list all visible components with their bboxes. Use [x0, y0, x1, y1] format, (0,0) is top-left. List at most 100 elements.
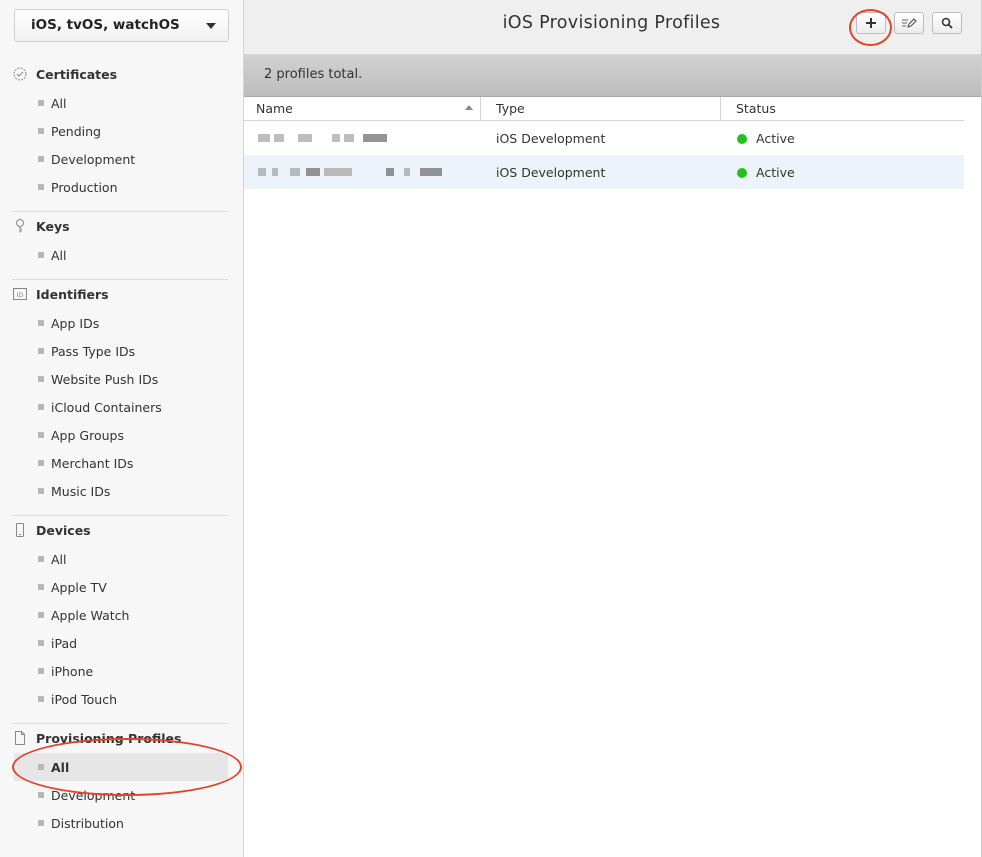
sidebar-item-music-ids[interactable]: Music IDs	[14, 477, 228, 505]
sidebar-item-app-groups[interactable]: App Groups	[14, 421, 228, 449]
bullet	[38, 792, 44, 798]
sidebar-item-apple-watch[interactable]: Apple Watch	[14, 601, 228, 629]
column-header-status[interactable]: Status	[720, 97, 964, 120]
sidebar-item-label: Pass Type IDs	[51, 344, 136, 359]
column-label: Status	[736, 101, 776, 116]
bullet	[38, 488, 44, 494]
status-cell: Active	[756, 165, 795, 180]
divider	[12, 515, 228, 516]
section-devices: Devices	[12, 521, 228, 541]
device-icon	[16, 523, 24, 537]
section-title: Keys	[36, 219, 70, 234]
sidebar-item-label: Production	[51, 180, 118, 195]
chevron-down-icon	[206, 23, 216, 29]
sidebar-item-label: All	[51, 96, 67, 111]
profiles-count: 2 profiles total.	[264, 67, 363, 82]
header-bar: iOS Provisioning Profiles	[244, 0, 981, 55]
bullet	[38, 348, 44, 354]
bullet	[38, 432, 44, 438]
sidebar-item-ipad[interactable]: iPad	[14, 629, 228, 657]
sidebar-item-pass-type-ids[interactable]: Pass Type IDs	[14, 337, 228, 365]
summary-bar: 2 profiles total.	[244, 55, 981, 97]
sidebar-item-certificates-production[interactable]: Production	[14, 173, 228, 201]
sidebar-item-profiles-all[interactable]: All	[14, 753, 228, 781]
bullet	[38, 696, 44, 702]
sidebar-item-keys-all[interactable]: All	[14, 241, 228, 269]
sidebar-item-icloud-containers[interactable]: iCloud Containers	[14, 393, 228, 421]
type-cell: iOS Development	[496, 165, 606, 180]
bullet	[38, 612, 44, 618]
sidebar-item-app-ids[interactable]: App IDs	[14, 309, 228, 337]
bullet	[38, 376, 44, 382]
section-title: Certificates	[36, 67, 118, 82]
sidebar-item-certificates-pending[interactable]: Pending	[14, 117, 228, 145]
table-header: Name Type Status	[244, 97, 964, 121]
column-header-name[interactable]: Name	[244, 97, 480, 120]
sidebar-item-label: App Groups	[51, 428, 124, 443]
bullet	[38, 556, 44, 562]
sidebar-item-devices-all[interactable]: All	[14, 545, 228, 573]
status-cell: Active	[756, 131, 795, 146]
sidebar-item-label: All	[51, 760, 70, 775]
sidebar-item-label: Apple TV	[51, 580, 107, 595]
app-window: iOS, tvOS, watchOS Certificates All Pend…	[0, 0, 982, 857]
column-label: Name	[256, 101, 293, 116]
svg-text:ID: ID	[17, 291, 24, 299]
section-title: Devices	[36, 523, 91, 538]
bullet	[38, 320, 44, 326]
profiles-table: Name Type Status iOS Development Active …	[244, 97, 964, 189]
bullet	[38, 584, 44, 590]
search-button[interactable]	[932, 12, 962, 34]
sidebar-item-apple-tv[interactable]: Apple TV	[14, 573, 228, 601]
edit-icon	[902, 18, 917, 28]
bullet	[38, 820, 44, 826]
table-row[interactable]: iOS Development Active	[244, 155, 964, 189]
sidebar-item-certificates-all[interactable]: All	[14, 89, 228, 117]
bullet	[38, 128, 44, 134]
sidebar-item-iphone[interactable]: iPhone	[14, 657, 228, 685]
sidebar-item-ipod-touch[interactable]: iPod Touch	[14, 685, 228, 713]
sidebar-item-label: App IDs	[51, 316, 100, 331]
edit-button[interactable]	[894, 12, 924, 34]
column-header-type[interactable]: Type	[480, 97, 720, 120]
bullet	[38, 460, 44, 466]
table-row[interactable]: iOS Development Active	[244, 121, 964, 155]
sidebar-item-certificates-development[interactable]: Development	[14, 145, 228, 173]
section-identifiers: ID Identifiers	[12, 285, 228, 305]
bullet	[38, 668, 44, 674]
sidebar-item-label: Development	[51, 152, 136, 167]
status-active-icon	[737, 168, 747, 178]
platform-select[interactable]: iOS, tvOS, watchOS	[14, 9, 229, 42]
sidebar-item-label: All	[51, 248, 67, 263]
section-provisioning-profiles: Provisioning Profiles	[12, 729, 228, 749]
sidebar-item-label: iPod Touch	[51, 692, 117, 707]
divider	[12, 723, 228, 724]
divider	[12, 279, 228, 280]
document-icon	[15, 731, 25, 745]
bullet	[38, 100, 44, 106]
section-certificates: Certificates	[12, 65, 228, 85]
bullet	[38, 640, 44, 646]
add-button[interactable]	[856, 12, 886, 34]
sidebar-item-label: Distribution	[51, 816, 124, 831]
sort-ascending-icon	[465, 105, 473, 110]
sidebar-item-label: Website Push IDs	[51, 372, 159, 387]
certificate-badge-icon	[13, 67, 27, 81]
sidebar-item-profiles-distribution[interactable]: Distribution	[14, 809, 228, 837]
section-title: Provisioning Profiles	[36, 731, 182, 746]
sidebar-item-label: iPad	[51, 636, 78, 651]
sidebar-item-label: All	[51, 552, 67, 567]
platform-select-value: iOS, tvOS, watchOS	[31, 17, 180, 33]
sidebar-item-merchant-ids[interactable]: Merchant IDs	[14, 449, 228, 477]
column-label: Type	[496, 101, 525, 116]
sidebar-item-profiles-development[interactable]: Development	[14, 781, 228, 809]
key-icon	[16, 219, 24, 233]
search-icon	[941, 17, 953, 29]
section-keys: Keys	[12, 217, 228, 237]
sidebar-item-label: Development	[51, 788, 136, 803]
main-panel: iOS Provisioning Profiles 2 profiles tot…	[244, 0, 981, 857]
sidebar-item-website-push-ids[interactable]: Website Push IDs	[14, 365, 228, 393]
sidebar-item-label: iCloud Containers	[51, 400, 162, 415]
sidebar: iOS, tvOS, watchOS Certificates All Pend…	[0, 0, 244, 857]
id-icon: ID	[13, 288, 27, 300]
